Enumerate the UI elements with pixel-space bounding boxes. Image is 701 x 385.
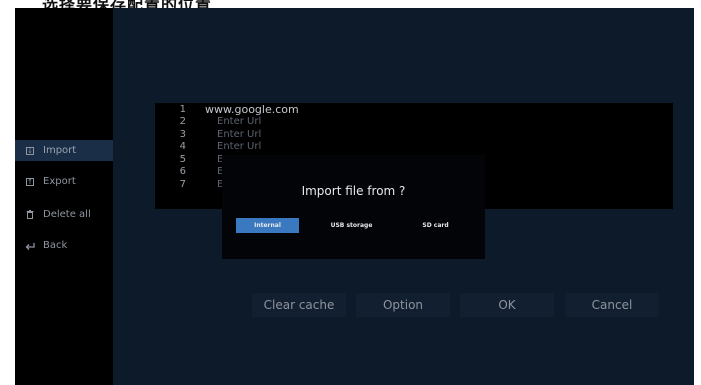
list-item[interactable]: 1 www.google.com	[155, 104, 673, 115]
list-item[interactable]: 3 Enter Url	[155, 129, 673, 140]
cancel-button[interactable]: Cancel	[565, 293, 659, 317]
import-icon: ↓	[26, 146, 34, 155]
export-icon: ↑	[26, 177, 34, 186]
caption-strip: 选择要保存配置的位置	[0, 0, 701, 8]
sidebar-item-delete-all[interactable]: Delete all	[15, 204, 113, 225]
url-field[interactable]: Enter Url	[217, 141, 261, 152]
option-sd-card[interactable]: SD card	[404, 218, 467, 233]
sidebar-item-export[interactable]: ↑ Export	[15, 171, 113, 192]
clear-cache-button[interactable]: Clear cache	[252, 293, 346, 317]
import-dialog: Import file from ? Internal USB storage …	[222, 155, 485, 259]
sidebar: ↓ Import ↑ Export Delete all Back	[15, 8, 113, 385]
sidebar-item-back[interactable]: Back	[15, 235, 113, 256]
row-number: 2	[179, 116, 186, 127]
back-icon	[25, 241, 35, 251]
url-field[interactable]: Enter Url	[217, 129, 261, 140]
list-item[interactable]: 2 Enter Url	[155, 116, 673, 127]
row-number: 1	[179, 104, 186, 115]
sidebar-item-label: Delete all	[43, 209, 91, 220]
row-number: 5	[179, 154, 186, 165]
row-number: 3	[179, 129, 186, 140]
trash-icon	[25, 210, 35, 220]
sidebar-item-label: Import	[43, 145, 77, 156]
sidebar-item-import[interactable]: ↓ Import	[15, 140, 113, 161]
screen: ↓ Import ↑ Export Delete all Back 1 www.…	[15, 8, 694, 385]
url-field[interactable]: Enter Url	[217, 116, 261, 127]
row-number: 6	[179, 166, 186, 177]
dialog-title: Import file from ?	[301, 184, 406, 198]
row-number: 7	[179, 179, 186, 190]
list-item[interactable]: 4 Enter Url	[155, 141, 673, 152]
caption-text: 选择要保存配置的位置	[42, 0, 212, 8]
option-button[interactable]: Option	[356, 293, 450, 317]
row-number: 4	[179, 141, 186, 152]
option-usb-storage[interactable]: USB storage	[320, 218, 383, 233]
option-internal[interactable]: Internal	[236, 218, 299, 233]
sidebar-item-label: Back	[43, 240, 68, 251]
sidebar-item-label: Export	[43, 176, 76, 187]
url-field[interactable]: www.google.com	[205, 104, 299, 115]
ok-button[interactable]: OK	[460, 293, 554, 317]
